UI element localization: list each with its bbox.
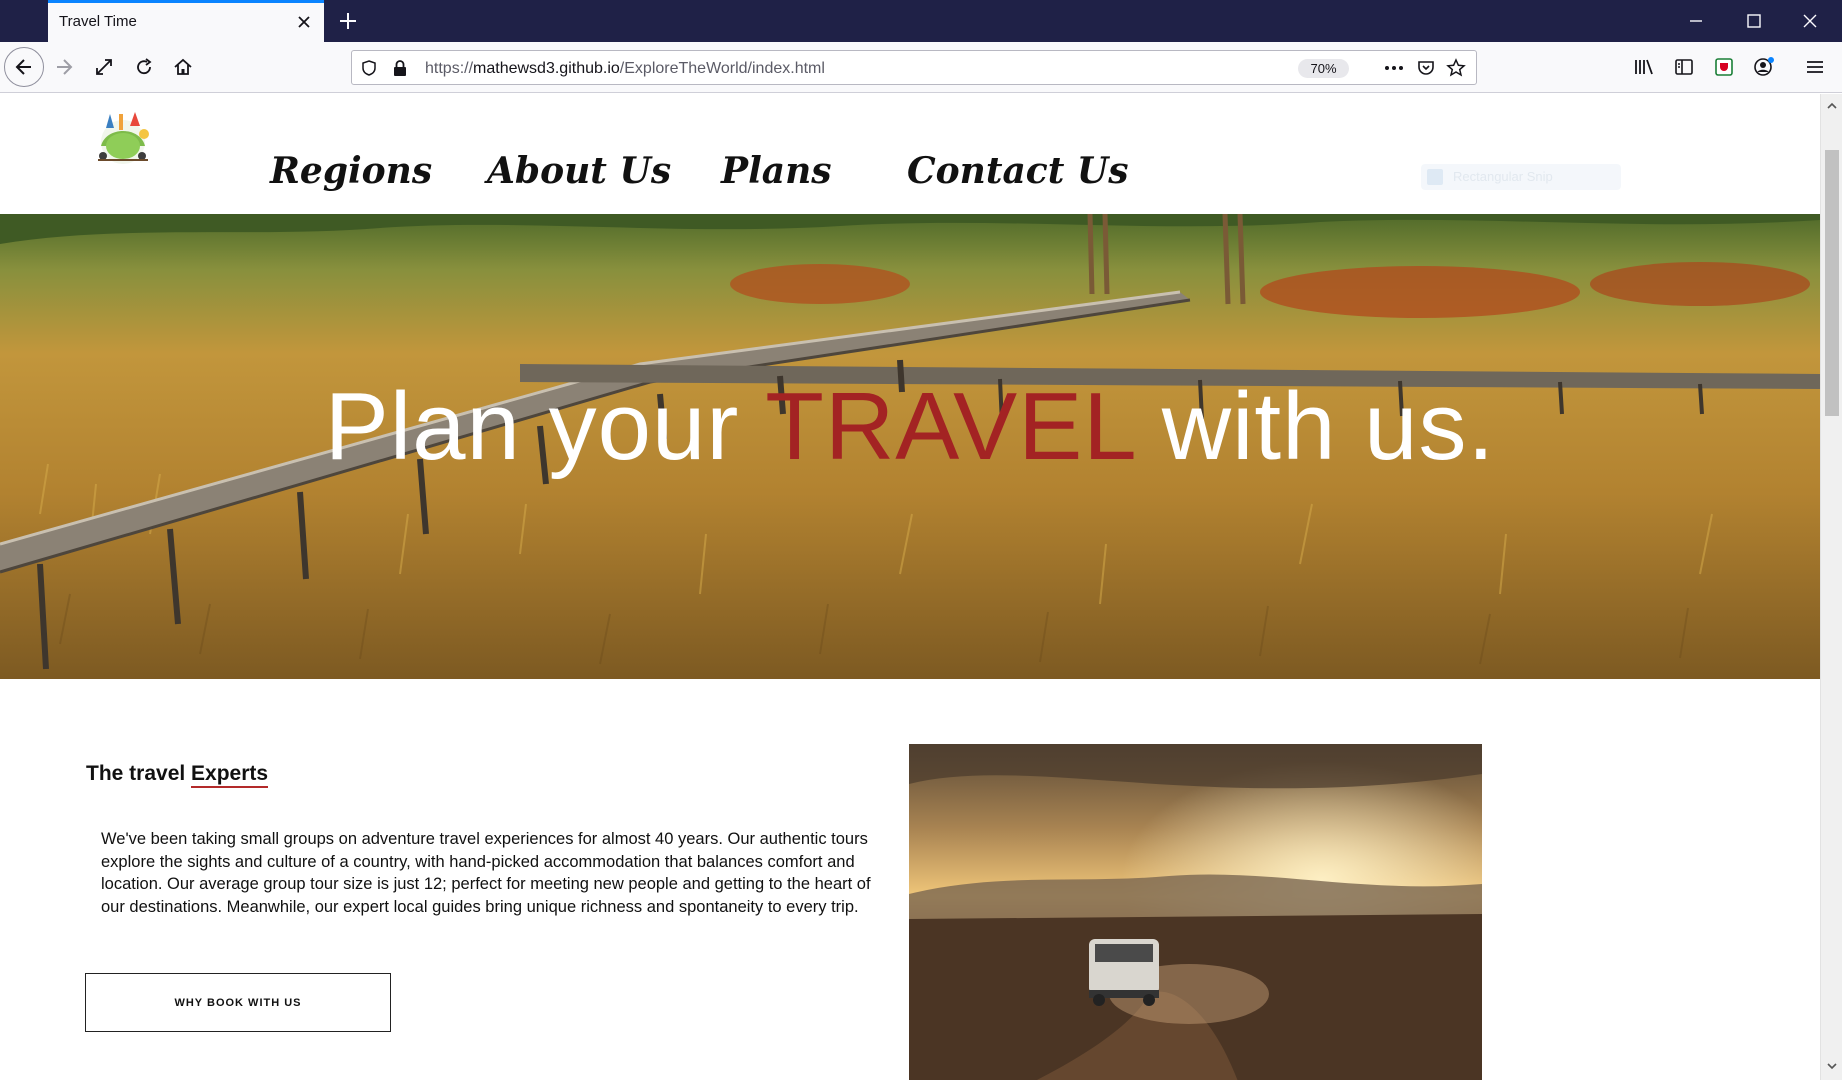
scroll-up-icon[interactable] [1826,100,1838,112]
why-book-button[interactable]: WHY BOOK WITH US [85,973,391,1032]
sidebar-button[interactable] [1667,50,1701,84]
pocket-icon[interactable] [1415,57,1437,79]
address-bar[interactable]: https://mathewsd3.github.io/ExploreTheWo… [351,50,1477,85]
van [1089,939,1159,1006]
snip-tool-label: Rectangular Snip [1453,169,1553,184]
hero-title-accent: TRAVEL [765,373,1135,480]
hero-banner: Plan your TRAVEL with us. [0,214,1820,679]
lock-icon[interactable] [389,57,411,79]
browser-tab[interactable]: Travel Time [48,0,324,42]
window-close-icon[interactable] [1797,8,1823,34]
snip-icon [1427,169,1443,185]
home-icon [174,58,192,75]
section-title-underlined: Experts [191,762,269,788]
url-prefix: https:// [425,60,474,77]
section-title: The travel Experts [86,762,269,788]
back-button[interactable] [4,47,44,87]
maximize-icon[interactable] [1741,8,1767,34]
account-icon [1754,57,1774,76]
hero-title-after: with us. [1134,373,1496,480]
library-icon [1635,59,1653,75]
more-icon[interactable] [1383,57,1405,79]
nav-plans[interactable]: Plans [721,150,832,192]
home-button[interactable] [166,50,200,84]
extension-icon [1715,58,1733,76]
plus-icon[interactable] [336,9,360,33]
url-domain: mathewsd3.github.io [473,60,620,77]
zoom-level-badge[interactable]: 70% [1298,59,1349,78]
back-icon [15,59,31,75]
forward-button[interactable] [47,50,81,84]
account-button[interactable] [1747,50,1781,84]
sidebar-icon [1675,59,1693,75]
scrollbar-thumb[interactable] [1825,150,1839,416]
hero-title-before: Plan your [324,373,766,480]
hero-title: Plan your TRAVEL with us. [0,372,1820,482]
fullscreen-icon [96,59,112,75]
fullscreen-button[interactable] [87,50,121,84]
close-icon[interactable] [294,12,314,32]
nav-contact-us[interactable]: Contact Us [907,150,1129,192]
site-logo[interactable] [86,106,160,172]
reload-button[interactable] [127,50,161,84]
nav-regions[interactable]: Regions [270,150,432,192]
extension-button[interactable] [1707,50,1741,84]
shield-icon[interactable] [358,57,380,79]
forward-icon [57,59,73,75]
web-page: Regions About Us Plans Contact Us Rectan… [0,94,1820,1080]
minimize-icon[interactable] [1683,8,1709,34]
scroll-down-icon[interactable] [1826,1060,1838,1072]
snip-tool-overlay: Rectangular Snip [1421,164,1621,190]
star-icon[interactable] [1445,57,1467,79]
section-title-plain: The travel [86,762,192,785]
url-text[interactable]: https://mathewsd3.github.io/ExploreTheWo… [425,60,825,78]
menu-button[interactable] [1798,50,1832,84]
url-path: /ExploreTheWorld/index.html [619,60,825,77]
intro-paragraph: We've been taking small groups on advent… [101,830,871,916]
desert-van-photo [909,744,1482,1080]
nav-about-us[interactable]: About Us [487,150,671,192]
tab-title: Travel Time [59,13,137,30]
browser-toolbar: https://mathewsd3.github.io/ExploreTheWo… [0,42,1842,93]
reload-icon [137,58,152,75]
page-scrollbar[interactable] [1820,94,1842,1080]
menu-icon [1807,61,1823,73]
browser-tab-bar: Travel Time [0,0,1842,42]
library-button[interactable] [1627,50,1661,84]
site-header: Regions About Us Plans Contact Us Rectan… [0,94,1820,214]
